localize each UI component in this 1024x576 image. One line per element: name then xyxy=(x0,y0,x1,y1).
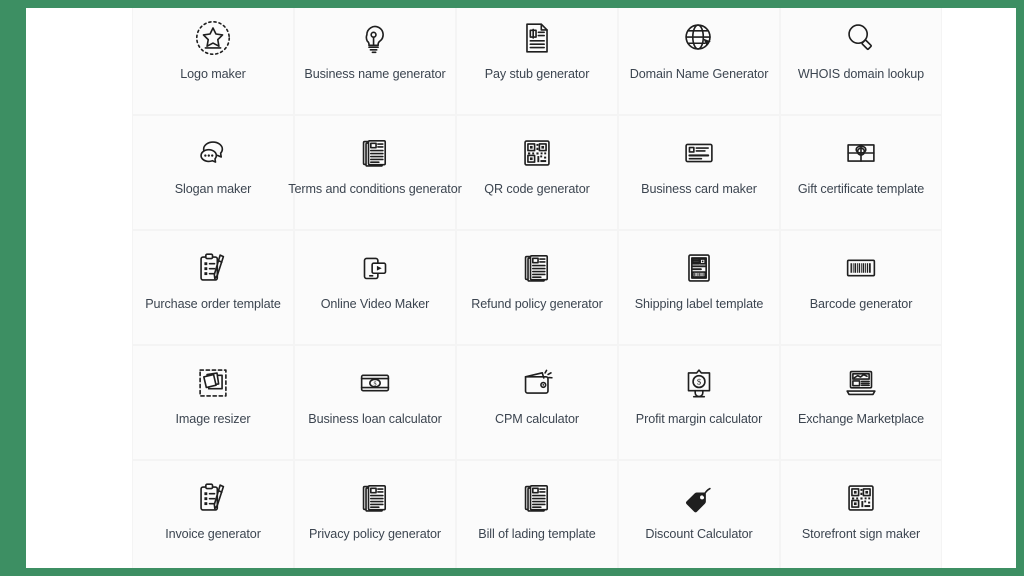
clipboard-pen-icon xyxy=(190,245,236,291)
laptop-chart-icon xyxy=(838,360,884,406)
document-stack-icon xyxy=(352,130,398,176)
tool-tile[interactable]: Exchange Marketplace xyxy=(780,345,942,460)
tool-label: Logo maker xyxy=(180,67,246,81)
tool-label: Pay stub generator xyxy=(484,67,590,81)
tool-tile[interactable]: Storefront sign maker xyxy=(780,460,942,568)
document-stack-icon xyxy=(514,475,560,521)
tool-tile[interactable]: Online Video Maker xyxy=(294,230,456,345)
tool-tile[interactable]: $ Profit margin calculator xyxy=(618,345,780,460)
document-stack-icon xyxy=(352,475,398,521)
magnifier-icon xyxy=(838,15,884,61)
tool-tile[interactable]: Shipping label template xyxy=(618,230,780,345)
lightbulb-icon xyxy=(352,15,398,61)
tool-tile[interactable]: Business card maker xyxy=(618,115,780,230)
clipboard-pen-icon xyxy=(190,475,236,521)
svg-text:$: $ xyxy=(697,376,702,386)
tool-tile[interactable]: WHOIS domain lookup xyxy=(780,8,942,115)
phone-play-icon xyxy=(352,245,398,291)
tool-label: Business card maker xyxy=(641,182,757,196)
tool-label: Privacy policy generator xyxy=(309,527,441,541)
tool-tile[interactable]: Business name generator xyxy=(294,8,456,115)
tool-label: Refund policy generator xyxy=(471,297,603,311)
tool-tile[interactable]: QR code generator xyxy=(456,115,618,230)
tool-tile[interactable]: Gift certificate template xyxy=(780,115,942,230)
tool-tile[interactable]: Terms and conditions generator xyxy=(288,115,462,230)
shipping-label-icon xyxy=(676,245,722,291)
document-stack-icon xyxy=(514,245,560,291)
tool-tile[interactable]: Bill of lading template xyxy=(456,460,618,568)
banknote-icon: $ xyxy=(352,360,398,406)
page-frame: Logo maker Business name generator Pay s… xyxy=(0,0,1024,576)
tool-label: Shipping label template xyxy=(634,297,764,311)
tool-label: WHOIS domain lookup xyxy=(797,67,925,81)
tool-label: Image resizer xyxy=(175,412,251,426)
tool-tile[interactable]: Privacy policy generator xyxy=(294,460,456,568)
price-tag-icon xyxy=(676,475,722,521)
tool-label: Invoice generator xyxy=(165,527,261,541)
tool-label: Terms and conditions generator xyxy=(288,182,462,196)
tool-label: Purchase order template xyxy=(145,297,281,311)
tool-label: Profit margin calculator xyxy=(635,412,763,426)
tool-label: QR code generator xyxy=(484,182,590,196)
tool-label: Storefront sign maker xyxy=(801,527,921,541)
tools-grid: Logo maker Business name generator Pay s… xyxy=(132,8,942,568)
star-badge-icon xyxy=(190,15,236,61)
tool-tile[interactable]: Domain Name Generator xyxy=(618,8,780,115)
tool-tile[interactable]: Purchase order template xyxy=(132,230,294,345)
tool-tile[interactable]: Logo maker xyxy=(132,8,294,115)
wallet-icon xyxy=(514,360,560,406)
business-card-icon xyxy=(676,130,722,176)
tool-label: Domain Name Generator xyxy=(629,67,769,81)
tool-tile[interactable]: CPM calculator xyxy=(456,345,618,460)
tool-label: Business loan calculator xyxy=(308,412,442,426)
tool-label: Bill of lading template xyxy=(478,527,596,541)
tools-canvas: Logo maker Business name generator Pay s… xyxy=(26,8,1016,568)
tool-label: Gift certificate template xyxy=(797,182,925,196)
tool-label: Online Video Maker xyxy=(320,297,430,311)
tool-tile[interactable]: Refund policy generator xyxy=(456,230,618,345)
tool-label: Barcode generator xyxy=(809,297,913,311)
speech-bubbles-icon xyxy=(190,130,236,176)
tool-tile[interactable]: Barcode generator xyxy=(780,230,942,345)
tool-tile[interactable]: Invoice generator xyxy=(132,460,294,568)
tool-tile[interactable]: $ Business loan calculator xyxy=(294,345,456,460)
tool-label: Discount Calculator xyxy=(645,527,753,541)
image-resize-icon xyxy=(190,360,236,406)
tool-label: CPM calculator xyxy=(495,412,579,426)
qr-code-icon xyxy=(514,130,560,176)
tool-tile[interactable]: Discount Calculator xyxy=(618,460,780,568)
tool-tile[interactable]: Image resizer xyxy=(132,345,294,460)
qr-code-icon xyxy=(838,475,884,521)
tool-label: Exchange Marketplace xyxy=(797,412,925,426)
tool-tile[interactable]: Slogan maker xyxy=(132,115,294,230)
tool-tile[interactable]: Pay stub generator xyxy=(456,8,618,115)
pay-stub-document-icon xyxy=(514,15,560,61)
gift-certificate-icon xyxy=(838,130,884,176)
barcode-icon xyxy=(838,245,884,291)
dollar-sign-board-icon: $ xyxy=(676,360,722,406)
globe-cursor-icon xyxy=(676,15,722,61)
svg-text:$: $ xyxy=(373,380,376,387)
tool-label: Slogan maker xyxy=(174,182,252,196)
tool-label: Business name generator xyxy=(304,67,446,81)
